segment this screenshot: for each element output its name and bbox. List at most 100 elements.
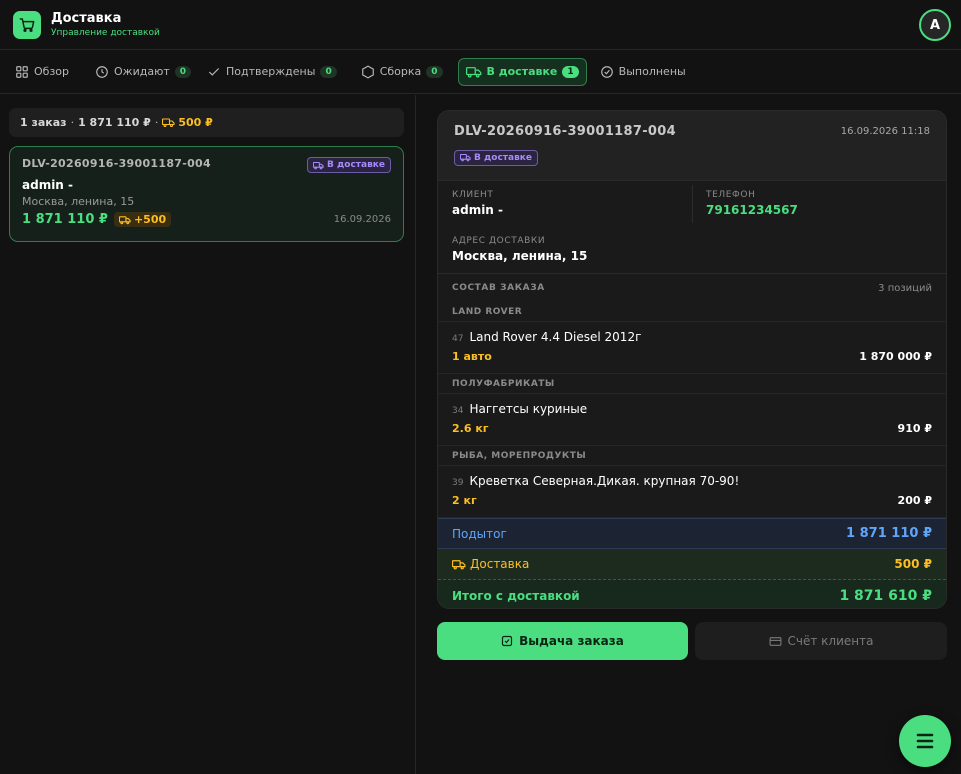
- check-circle-icon: [600, 65, 613, 78]
- orders-sum: 1 871 110 ₽: [78, 116, 151, 129]
- client-account-label: Счёт клиента: [787, 634, 874, 648]
- order-address: Москва, ленина, 15: [22, 195, 135, 208]
- order-client: admin -: [22, 178, 74, 192]
- category-header: РЫБА, МОРЕПРОДУКТЫ: [438, 446, 946, 466]
- tab-count: 0: [320, 65, 337, 78]
- tab-label: Выполнены: [618, 65, 686, 78]
- total-label: Итого с доставкой: [452, 589, 580, 603]
- issue-order-button[interactable]: Выдача заказа: [437, 622, 688, 660]
- positions-count: 3 позиций: [878, 282, 932, 294]
- tab-assembly[interactable]: Сборка 0: [354, 58, 450, 86]
- tab-completed[interactable]: Выполнены: [593, 58, 693, 86]
- item-quantity: 2 кг: [452, 494, 477, 507]
- check-square-icon: [502, 635, 513, 647]
- composition-header: СОСТАВ ЗАКАЗА 3 позиций: [438, 274, 946, 302]
- grid-icon: [16, 65, 28, 78]
- delivery-address: Москва, ленина, 15: [452, 249, 588, 263]
- truck-icon: [118, 215, 131, 224]
- delivery-sum-value: 500 ₽: [178, 116, 213, 129]
- item-number: 47: [452, 334, 464, 344]
- detail-datetime: 16.09.2026 11:18: [840, 126, 930, 137]
- status-label: В доставке: [327, 160, 385, 170]
- category-header: ПОЛУФАБРИКАТЫ: [438, 374, 946, 394]
- app-header: Доставка Управление доставкой A: [0, 0, 961, 50]
- tab-count: 1: [562, 65, 579, 78]
- list-item: 39 Креветка Северная.Дикая. крупная 70-90…: [438, 466, 946, 518]
- item-name: Land Rover 4.4 Diesel 2012г: [469, 330, 642, 344]
- item-price: 200 ₽: [897, 494, 932, 507]
- address-label: АДРЕС ДОСТАВКИ: [452, 236, 546, 246]
- order-delivery-value: +500: [133, 213, 167, 226]
- issue-order-label: Выдача заказа: [519, 634, 624, 648]
- item-name: Наггетсы куриные: [469, 402, 588, 416]
- tab-label: В доставке: [486, 65, 558, 78]
- order-date: 16.09.2026: [333, 214, 391, 225]
- total-value: 1 871 610 ₽: [839, 588, 932, 604]
- box-icon: [361, 64, 374, 79]
- status-badge: В доставке: [307, 157, 391, 173]
- delivery-label-wrap: Доставка: [452, 557, 529, 571]
- item-quantity: 2.6 кг: [452, 422, 489, 435]
- tab-count: 0: [174, 65, 192, 78]
- order-card[interactable]: DLV-20260916-39001187-004 В доставке adm…: [9, 146, 404, 242]
- client-account-button[interactable]: Счёт клиента: [695, 622, 947, 660]
- tab-label: Подтверждены: [226, 65, 316, 78]
- client-label: КЛИЕНТ: [452, 190, 494, 200]
- tab-label: Ожидают: [114, 65, 170, 78]
- order-delivery-badge: +500: [113, 212, 172, 227]
- detail-header: DLV-20260916-39001187-004 16.09.2026 11:…: [438, 111, 946, 181]
- order-detail-panel: DLV-20260916-39001187-004 16.09.2026 11:…: [437, 110, 947, 609]
- subtotal-value: 1 871 110 ₽: [846, 526, 932, 541]
- separator: ·: [70, 116, 75, 129]
- client-info: КЛИЕНТ admin - ТЕЛЕФОН 79161234567 АДРЕС…: [438, 181, 946, 274]
- truck-icon: [460, 154, 471, 162]
- card-icon: [769, 636, 781, 646]
- delivery-label: Доставка: [470, 557, 530, 571]
- subtotal-label: Подытог: [452, 526, 507, 541]
- truck-icon: [162, 118, 175, 128]
- truck-icon: [465, 66, 481, 78]
- status-tabs: Обзор Ожидают 0 Подтверждены 0 Сборка 0 …: [0, 50, 961, 94]
- truck-icon: [313, 161, 324, 169]
- item-number: 39: [452, 478, 464, 488]
- tab-waiting[interactable]: Ожидают 0: [88, 58, 198, 86]
- avatar[interactable]: A: [919, 9, 951, 41]
- tab-label: Сборка: [379, 65, 422, 78]
- phone-label: ТЕЛЕФОН: [706, 190, 756, 200]
- menu-button[interactable]: [899, 715, 951, 767]
- orders-summary: 1 заказ · 1 871 110 ₽ · 500 ₽: [9, 108, 404, 137]
- order-total: 1 871 110 ₽: [22, 212, 108, 227]
- orders-count: 1 заказ: [20, 116, 67, 129]
- delivery-row: Доставка 500 ₽: [438, 549, 946, 580]
- tab-label: Обзор: [34, 65, 70, 78]
- total-row: Итого с доставкой 1 871 610 ₽: [438, 580, 946, 608]
- item-number: 34: [452, 406, 464, 416]
- app-title: Доставка: [51, 10, 122, 26]
- item-price: 910 ₽: [897, 422, 932, 435]
- tab-in-delivery[interactable]: В доставке 1: [457, 57, 587, 86]
- truck-icon: [452, 559, 466, 569]
- delivery-sum: 500 ₽: [162, 116, 213, 129]
- list-item: 34 Наггетсы куриные 2.6 кг 910 ₽: [438, 394, 946, 446]
- tab-overview[interactable]: Обзор: [8, 58, 76, 86]
- item-price: 1 870 000 ₽: [859, 350, 932, 363]
- app-subtitle: Управление доставкой: [51, 27, 160, 38]
- tab-count: 0: [426, 65, 443, 78]
- clock-icon: [96, 65, 108, 78]
- tab-confirmed[interactable]: Подтверждены 0: [200, 58, 344, 86]
- orders-list-panel: 1 заказ · 1 871 110 ₽ · 500 ₽ DLV-202609…: [0, 95, 416, 774]
- check-icon: [208, 67, 220, 76]
- menu-icon: [916, 733, 934, 749]
- item-name: Креветка Северная.Дикая. крупная 70-90!: [469, 474, 740, 488]
- status-label: В доставке: [474, 152, 532, 163]
- subtotal-row: Подытог 1 871 110 ₽: [438, 518, 946, 549]
- list-item: 47 Land Rover 4.4 Diesel 2012г 1 авто 1 8…: [438, 322, 946, 374]
- category-header: LAND ROVER: [438, 302, 946, 322]
- delivery-value: 500 ₽: [894, 557, 932, 571]
- divider: [692, 185, 693, 223]
- client-name: admin -: [452, 203, 504, 217]
- cart-icon: [13, 10, 41, 39]
- phone-link[interactable]: 79161234567: [706, 203, 798, 217]
- status-badge: В доставке: [454, 149, 538, 166]
- composition-title: СОСТАВ ЗАКАЗА: [452, 283, 545, 293]
